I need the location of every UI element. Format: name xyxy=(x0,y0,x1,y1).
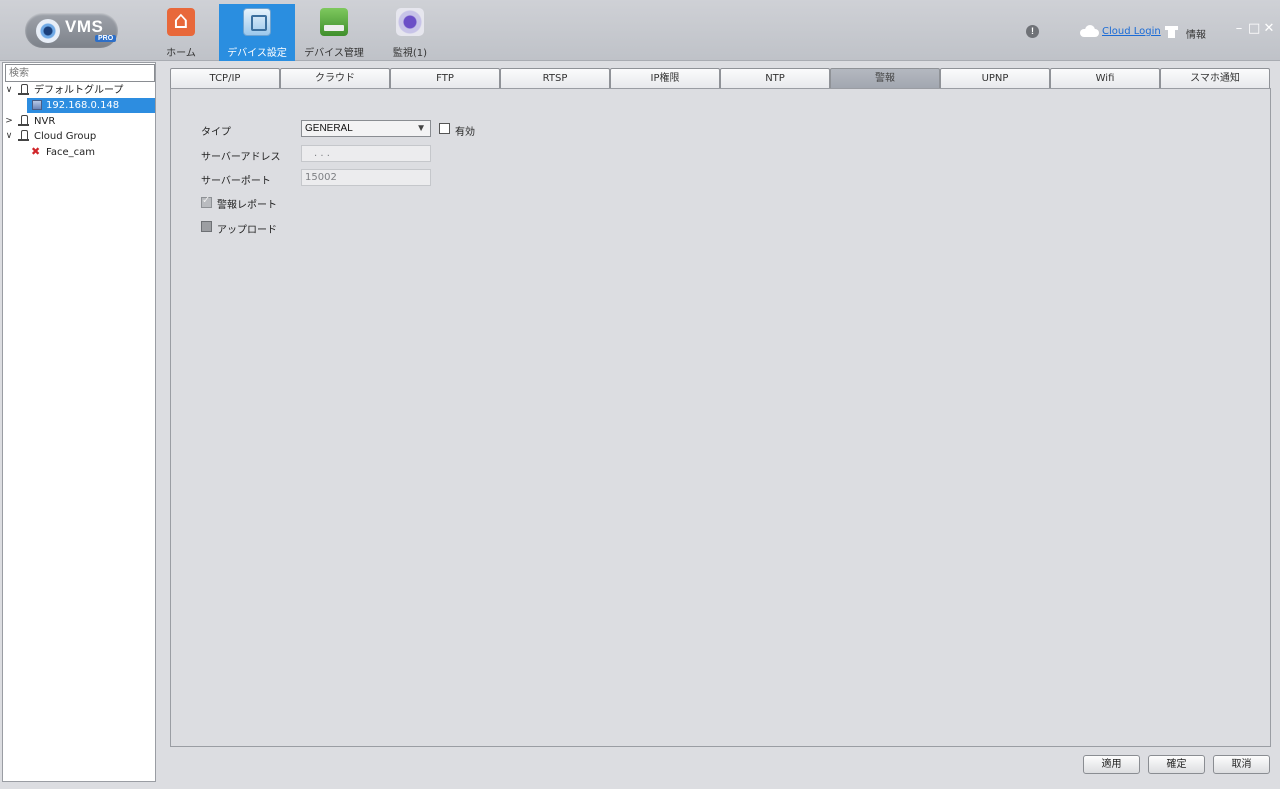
tree-item-cloud-group[interactable]: ∨ Cloud Group xyxy=(3,129,153,144)
server-address-label: サーバーアドレス xyxy=(201,152,281,163)
nav-device-settings-label: デバイス設定 xyxy=(227,48,287,59)
upload-checkbox[interactable] xyxy=(201,221,212,232)
type-select-value: GENERAL xyxy=(305,123,353,134)
device-tree-sidebar: ∨ デフォルトグループ 192.168.0.148 > NVR ∨ Cloud … xyxy=(2,62,156,782)
group-icon xyxy=(18,84,29,96)
alarm-report-checkbox[interactable] xyxy=(201,195,212,208)
tree-item-face-cam[interactable]: ✖ Face_cam xyxy=(27,145,153,160)
type-label: タイプ xyxy=(201,127,231,138)
tree-item-label: Cloud Group xyxy=(34,131,97,142)
tree-item-label: 192.168.0.148 xyxy=(46,100,120,111)
info-link[interactable]: 情報 xyxy=(1186,26,1206,41)
tree-item-label: Face_cam xyxy=(46,147,95,158)
group-icon xyxy=(18,115,29,127)
server-port-input[interactable]: 15002 xyxy=(301,169,431,186)
alarm-report-label: 警報レポート xyxy=(217,200,277,211)
type-select[interactable]: GENERAL ▼ xyxy=(301,120,431,137)
offline-x-icon: ✖ xyxy=(31,145,41,158)
tab-mobile-notify[interactable]: スマホ通知 xyxy=(1160,68,1270,88)
tree-item-label: デフォルトグループ xyxy=(34,85,124,96)
cloud-login-link[interactable]: Cloud Login xyxy=(1102,26,1161,37)
tab-cloud[interactable]: クラウド xyxy=(280,68,390,88)
tab-ftp[interactable]: FTP xyxy=(390,68,500,88)
tab-ntp[interactable]: NTP xyxy=(720,68,830,88)
close-button[interactable]: ✕ xyxy=(1263,22,1275,36)
nav-monitor[interactable]: 監視(1) xyxy=(372,4,448,61)
tab-wifi[interactable]: Wifi xyxy=(1050,68,1160,88)
tree-item-device-ip[interactable]: 192.168.0.148 xyxy=(27,98,155,113)
tab-rtsp[interactable]: RTSP xyxy=(500,68,610,88)
server-address-value: . . . xyxy=(314,148,330,159)
device-settings-icon xyxy=(243,8,271,36)
enable-label: 有効 xyxy=(455,127,475,138)
tab-ip-permission[interactable]: IP権限 xyxy=(610,68,720,88)
apply-button[interactable]: 適用 xyxy=(1083,755,1140,774)
tree-item-nvr[interactable]: > NVR xyxy=(3,114,153,129)
tree-item-default-group[interactable]: ∨ デフォルトグループ xyxy=(3,83,153,98)
nav-device-settings[interactable]: デバイス設定 xyxy=(219,4,295,61)
expand-toggle-icon[interactable]: ∨ xyxy=(4,129,14,144)
server-port-value: 15002 xyxy=(305,172,337,183)
cloud-icon xyxy=(1080,25,1099,37)
maximize-button[interactable]: □ xyxy=(1248,22,1260,36)
device-management-icon xyxy=(320,8,348,36)
home-icon xyxy=(167,6,195,36)
nav-device-management[interactable]: デバイス管理 xyxy=(296,4,372,61)
expand-toggle-icon[interactable]: ∨ xyxy=(4,83,14,98)
cancel-button[interactable]: 取消 xyxy=(1213,755,1270,774)
tab-alarm[interactable]: 警報 xyxy=(830,68,940,88)
nav-monitor-label: 監視(1) xyxy=(392,48,428,59)
minimize-button[interactable]: – xyxy=(1233,22,1245,36)
alarm-settings-panel xyxy=(170,88,1271,747)
search-input[interactable] xyxy=(5,64,155,82)
top-bar: VMS PRO ホーム デバイス設定 デバイス管理 監視(1) ! Cloud … xyxy=(0,0,1280,61)
upload-label: アップロード xyxy=(217,225,277,236)
group-icon xyxy=(18,130,29,142)
expand-toggle-icon[interactable]: > xyxy=(4,114,14,129)
dropdown-arrow-icon: ▼ xyxy=(416,123,426,134)
camera-device-icon xyxy=(32,100,42,110)
server-address-input[interactable]: . . . xyxy=(301,145,431,162)
nav-home[interactable]: ホーム xyxy=(143,4,219,61)
nav-home-label: ホーム xyxy=(166,48,196,59)
monitor-icon xyxy=(396,8,424,36)
camera-eye-icon xyxy=(36,19,60,43)
logo-badge: PRO xyxy=(95,35,117,42)
nav-device-management-label: デバイス管理 xyxy=(304,48,364,59)
enable-checkbox[interactable] xyxy=(439,123,450,134)
alert-icon[interactable]: ! xyxy=(1026,25,1039,38)
vms-logo: VMS PRO xyxy=(25,13,118,48)
tab-upnp[interactable]: UPNP xyxy=(940,68,1050,88)
logo-text: VMS xyxy=(65,17,104,36)
server-port-label: サーバーポート xyxy=(201,176,271,187)
ok-button[interactable]: 確定 xyxy=(1148,755,1205,774)
skin-shirt-icon[interactable] xyxy=(1165,25,1178,38)
tab-tcp-ip[interactable]: TCP/IP xyxy=(170,68,280,88)
tree-item-label: NVR xyxy=(34,116,56,127)
